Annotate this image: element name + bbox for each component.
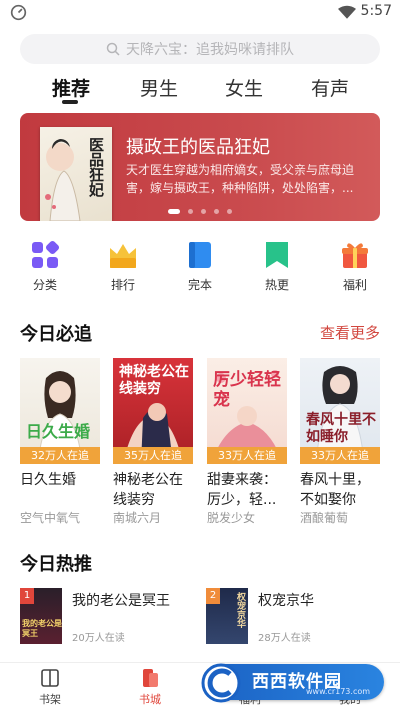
tab-female[interactable]: 女生 xyxy=(225,74,263,101)
banner-dot-1[interactable] xyxy=(168,209,180,214)
featured-banner[interactable]: 医品狂妃 摄政王的医品狂妃 天才医生穿越为相府嫡女，受父亲与庶母迫害，嫁与摄政王… xyxy=(20,113,380,221)
search-bar[interactable]: 天降六宝：追我妈咪请排队 xyxy=(20,34,380,64)
book-card[interactable]: 日久生婚 32万人在追 日久生婚 空气中氧气 xyxy=(20,358,100,526)
today-picks-list: 日久生婚 32万人在追 日久生婚 空气中氧气 神秘老公在线装穷 35万人在追 神… xyxy=(0,358,400,528)
book-cover-title: 厉少轻轻宠 xyxy=(213,370,281,410)
nav-label: 书城 xyxy=(139,693,161,706)
bookmark-icon xyxy=(266,242,288,268)
book-cover: 日久生婚 32万人在追 xyxy=(20,358,100,464)
hot-book-readers: 28万人在读 xyxy=(258,633,311,644)
grid-icon xyxy=(32,240,60,268)
nav-label: 书架 xyxy=(39,693,61,706)
category-label: 福利 xyxy=(342,278,367,292)
book-cover: 厉少轻轻宠 33万人在追 xyxy=(207,358,287,464)
status-time: 5:57 xyxy=(360,3,392,19)
banner-dot-5[interactable] xyxy=(227,209,232,214)
hot-cover-title: 我的老公是冥王 xyxy=(22,618,62,638)
banner-cover-title: 医品狂妃 xyxy=(87,137,105,197)
search-placeholder: 天降六宝：追我妈咪请排队 xyxy=(126,42,294,58)
status-bar: 5:57 xyxy=(0,0,400,26)
hot-list-item[interactable]: 我的老公是冥王 1 我的老公是冥王 20万人在读 xyxy=(20,588,190,648)
tab-audio[interactable]: 有声 xyxy=(311,74,349,101)
hot-book-title: 我的老公是冥王 xyxy=(72,593,170,609)
rank-badge: 2 xyxy=(206,588,220,604)
nav-bookshelf[interactable]: 书架 xyxy=(20,667,80,707)
hot-list-item[interactable]: 权宠京华 2 权宠京华 28万人在读 xyxy=(206,588,386,648)
gift-icon xyxy=(342,243,368,268)
book-title: 甜妻来袭：厉少，轻... xyxy=(207,472,277,508)
see-more-link[interactable]: 查看更多 xyxy=(320,322,380,343)
readers-badge: 35万人在追 xyxy=(113,447,193,464)
book-author: 脱发少女 xyxy=(207,511,256,525)
book-title: 春风十里，不如娶你 xyxy=(300,472,370,508)
book-cover-title: 春风十里不如睡你 xyxy=(306,412,376,445)
top-tabs: 推荐 男生 女生 有声 xyxy=(0,74,400,108)
crown-icon xyxy=(110,244,136,268)
category-completed[interactable]: 完本 xyxy=(170,240,230,293)
banner-dot-2[interactable] xyxy=(188,209,193,214)
hot-cover-title: 权宠京华 xyxy=(235,592,245,628)
rank-badge: 1 xyxy=(20,588,34,604)
hot-book-readers: 20万人在读 xyxy=(72,633,125,644)
banner-pagination xyxy=(20,209,380,214)
category-ranking[interactable]: 排行 xyxy=(93,240,153,293)
book-cover-title: 神秘老公在线装穷 xyxy=(119,364,189,397)
bookstore-icon xyxy=(143,669,158,687)
category-label: 排行 xyxy=(110,278,135,292)
book-icon xyxy=(189,242,211,268)
tab-recommend[interactable]: 推荐 xyxy=(52,74,90,101)
book-card[interactable]: 春风十里不如睡你 33万人在追 春风十里，不如娶你 酒酿葡萄 xyxy=(300,358,380,526)
category-welfare[interactable]: 福利 xyxy=(325,240,385,293)
book-card[interactable]: 神秘老公在线装穷 35万人在追 神秘老公在线装穷 南城六月 xyxy=(113,358,193,526)
banner-dot-3[interactable] xyxy=(201,209,206,214)
category-label: 热更 xyxy=(264,278,289,292)
category-label: 分类 xyxy=(32,278,57,292)
banner-title: 摄政王的医品狂妃 xyxy=(126,137,270,158)
tab-indicator xyxy=(62,100,78,104)
book-title: 日久生婚 xyxy=(20,472,76,488)
wifi-icon xyxy=(338,5,356,19)
book-cover: 神秘老公在线装穷 35万人在追 xyxy=(113,358,193,464)
book-cover: 春风十里不如睡你 33万人在追 xyxy=(300,358,380,464)
banner-dot-4[interactable] xyxy=(214,209,219,214)
readers-badge: 32万人在追 xyxy=(20,447,100,464)
readers-badge: 33万人在追 xyxy=(207,447,287,464)
book-title: 神秘老公在线装穷 xyxy=(113,472,183,508)
category-row: 分类 排行 完本 热更 福利 xyxy=(0,240,400,300)
hot-book-title: 权宠京华 xyxy=(258,593,314,609)
book-card[interactable]: 厉少轻轻宠 33万人在追 甜妻来袭：厉少，轻... 脱发少女 xyxy=(207,358,287,526)
section-title-today-hot: 今日热推 xyxy=(20,554,92,575)
tab-male[interactable]: 男生 xyxy=(140,74,178,101)
watermark-overlay: 西西软件园 www.cr173.com xyxy=(200,662,390,706)
book-author: 空气中氧气 xyxy=(20,511,81,525)
watermark-url: www.cr173.com xyxy=(306,687,371,696)
banner-book-cover: 医品狂妃 xyxy=(40,127,112,221)
book-author: 酒酿葡萄 xyxy=(300,511,349,525)
speedometer-icon xyxy=(10,4,27,21)
book-author: 南城六月 xyxy=(113,511,162,525)
category-classify[interactable]: 分类 xyxy=(15,240,75,293)
category-label: 完本 xyxy=(187,278,212,292)
watermark-logo-icon xyxy=(201,663,241,703)
search-icon xyxy=(106,42,120,56)
banner-description: 天才医生穿越为相府嫡女，受父亲与庶母迫害，嫁与摄政王，种种陷阱，处处陷害，... xyxy=(126,163,355,195)
bookshelf-icon xyxy=(41,669,59,687)
nav-bookstore[interactable]: 书城 xyxy=(120,667,180,707)
category-hot-update[interactable]: 热更 xyxy=(247,240,307,293)
book-cover-title: 日久生婚 xyxy=(26,422,91,441)
section-title-today-picks: 今日必追 xyxy=(20,324,92,345)
readers-badge: 33万人在追 xyxy=(300,447,380,464)
